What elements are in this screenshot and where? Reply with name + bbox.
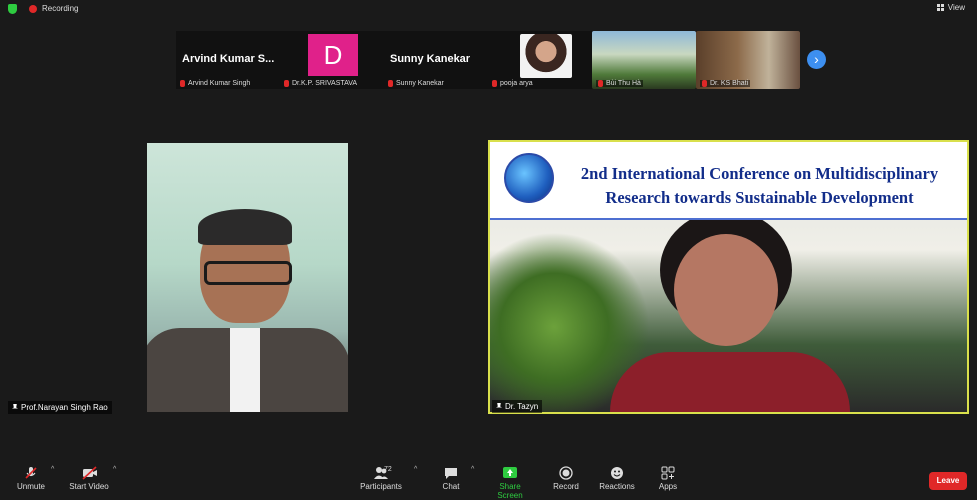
chat-icon — [444, 466, 458, 480]
conference-title: 2nd International Conference on Multidis… — [566, 162, 953, 210]
conference-logo-icon — [504, 153, 554, 203]
smiley-icon — [610, 466, 624, 480]
start-video-label: Start Video — [69, 482, 109, 491]
top-bar: Recording View — [0, 0, 977, 18]
share-screen-label: Share Screen — [497, 482, 523, 500]
mic-muted-icon — [598, 80, 603, 87]
participant-tile[interactable]: pooja arya — [488, 31, 592, 89]
participant-video[interactable] — [147, 143, 348, 412]
participant-label: Dr. KS Bhati — [700, 80, 751, 87]
speaker-figure — [610, 210, 850, 412]
participant-name: pooja arya — [500, 80, 533, 87]
banner-line-1: 2nd International Conference on Multidis… — [580, 164, 939, 183]
participant-display-name: Arvind Kumar S... — [182, 53, 275, 65]
chat-button[interactable]: Chat — [440, 466, 462, 491]
participants-icon: 72 — [366, 466, 396, 480]
participant-label: Bùi Thu Hà — [596, 80, 643, 87]
chat-label: Chat — [442, 482, 460, 491]
security-shield-icon[interactable] — [8, 4, 17, 14]
start-video-button[interactable]: Start Video — [68, 466, 110, 491]
unmute-label: Unmute — [16, 482, 45, 491]
participant-name: Arvind Kumar Singh — [188, 80, 251, 87]
participant-name: Bùi Thu Hà — [606, 80, 641, 87]
participants-button[interactable]: 72 Participants — [358, 466, 404, 491]
participants-label: Participants — [360, 482, 402, 491]
pin-icon — [12, 404, 18, 409]
mic-muted-icon — [492, 80, 497, 87]
unmute-button[interactable]: Unmute — [14, 466, 48, 491]
participant-tile[interactable]: D Dr.K.P. SRIVASTAVA — [280, 31, 384, 89]
apps-button[interactable]: Apps — [656, 466, 680, 491]
next-page-button[interactable]: › — [807, 50, 826, 69]
participant-label: Arvind Kumar Singh — [180, 80, 250, 87]
participants-count: 72 — [384, 466, 392, 473]
caret-up-icon: ^ — [471, 466, 475, 473]
participant-tile[interactable]: Dr. KS Bhati — [696, 31, 800, 89]
reactions-button[interactable]: Reactions — [598, 466, 636, 491]
view-button[interactable]: View — [936, 3, 965, 12]
participant-name: Sunny Kanekar — [396, 80, 444, 87]
participant-label: Sunny Kanekar — [388, 80, 444, 87]
record-button[interactable]: Record — [552, 466, 580, 491]
apps-label: Apps — [658, 482, 678, 491]
record-icon — [559, 466, 573, 480]
share-screen-button[interactable]: Share Screen — [486, 466, 534, 500]
video-name-tag: Dr. Tazyn — [492, 400, 543, 413]
mic-muted-icon — [702, 80, 707, 87]
record-label: Record — [553, 482, 579, 491]
caret-up-icon: ^ — [51, 466, 55, 473]
video-name: Dr. Tazyn — [505, 402, 539, 411]
view-label: View — [947, 3, 965, 12]
participant-tile[interactable]: Bùi Thu Hà — [592, 31, 696, 89]
conference-banner: 2nd International Conference on Multidis… — [490, 142, 967, 220]
mic-muted-icon — [388, 80, 393, 87]
video-name: Prof.Narayan Singh Rao — [21, 403, 108, 412]
participant-label: Dr.K.P. SRIVASTAVA — [284, 80, 357, 87]
active-speaker-video[interactable]: 2nd International Conference on Multidis… — [488, 140, 969, 414]
participant-video-thumbnail — [520, 34, 572, 78]
glasses-icon — [204, 261, 292, 285]
video-off-icon — [82, 466, 97, 480]
mic-muted-icon — [24, 466, 38, 480]
participant-display-name: Sunny Kanekar — [390, 53, 471, 65]
banner-line-2: Research towards Sustainable Development — [605, 188, 914, 207]
apps-icon — [661, 466, 675, 480]
caret-up-icon: ^ — [414, 466, 418, 473]
leave-button[interactable]: Leave — [929, 472, 967, 490]
recording-dot-icon — [29, 5, 37, 13]
avatar: D — [308, 34, 358, 76]
participant-tile[interactable]: Sunny Kanekar Sunny Kanekar — [384, 31, 488, 89]
video-name-tag: Prof.Narayan Singh Rao — [8, 401, 112, 414]
reactions-label: Reactions — [599, 482, 635, 491]
participant-name: Dr.K.P. SRIVASTAVA — [292, 80, 358, 87]
participant-tile[interactable]: Arvind Kumar S... Arvind Kumar Singh — [176, 31, 280, 89]
speaker-figure — [147, 209, 348, 412]
recording-label: Recording — [42, 4, 79, 13]
caret-up-icon: ^ — [113, 466, 117, 473]
pin-icon — [496, 403, 502, 408]
participant-label: pooja arya — [492, 80, 533, 87]
grid-icon — [936, 4, 945, 11]
participant-name: Dr. KS Bhati — [710, 80, 749, 87]
mic-muted-icon — [284, 80, 289, 87]
mic-muted-icon — [180, 80, 185, 87]
participant-strip: Arvind Kumar S... Arvind Kumar Singh D D… — [176, 31, 800, 89]
share-screen-icon — [503, 466, 517, 480]
